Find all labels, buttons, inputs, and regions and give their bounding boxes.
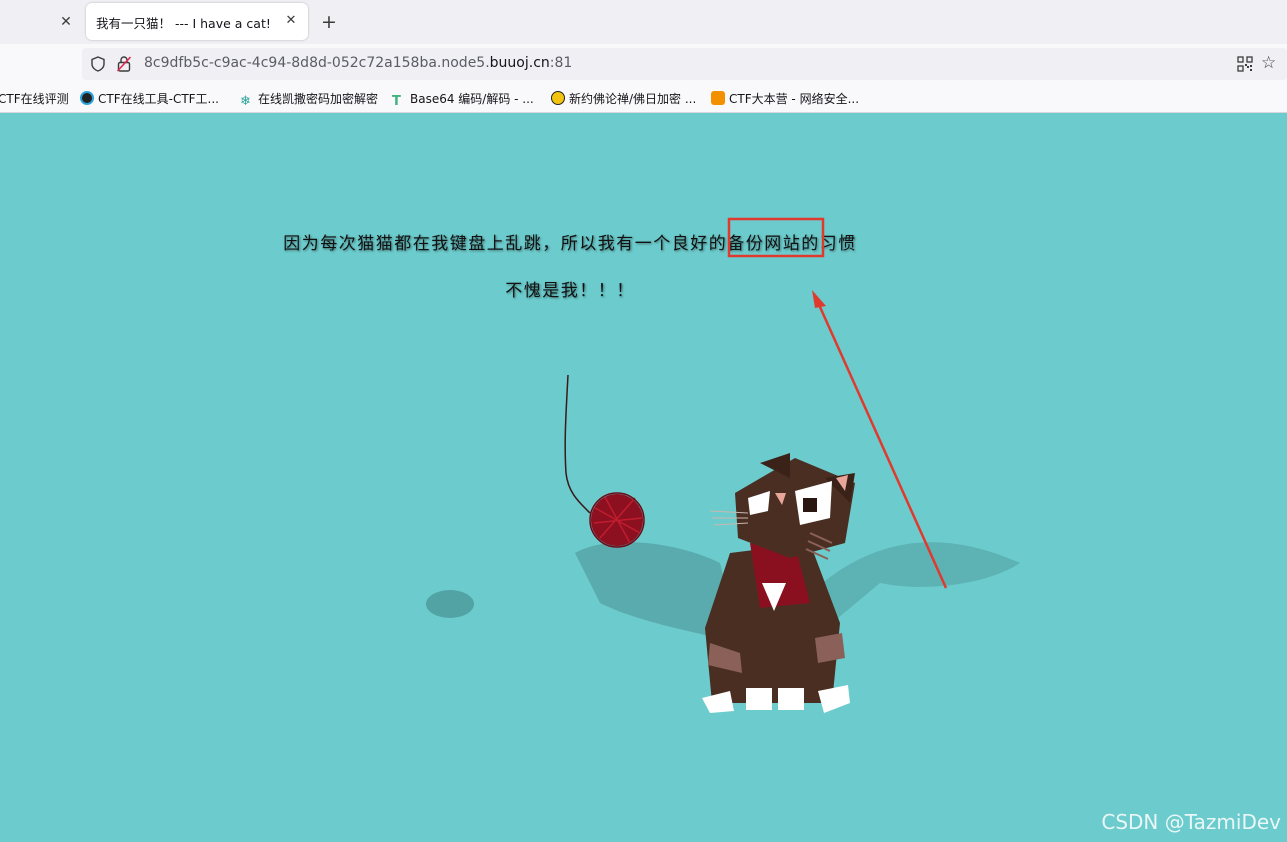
- bookmark-label: 在线凯撒密码加密解密: [258, 92, 379, 106]
- emoji-icon: [551, 91, 565, 105]
- ctf-tools-icon: [80, 91, 94, 105]
- bookmark-star-icon[interactable]: ☆: [1261, 54, 1279, 72]
- address-bar[interactable]: 8c9dfb5c-c9ac-4c94-8d8d-052c72a158ba.nod…: [82, 48, 1287, 80]
- bookmark-label: CTF在线评测: [0, 92, 69, 106]
- cat-scene: [426, 374, 1020, 713]
- url-domain: buuoj.cn: [489, 55, 550, 71]
- browser-chrome: ✕ 我有一只猫！ --- I have a cat! ✕ + 8c9dfb5c-…: [0, 0, 1287, 113]
- url-text[interactable]: 8c9dfb5c-c9ac-4c94-8d8d-052c72a158ba.nod…: [144, 55, 572, 71]
- url-port: :81: [549, 55, 573, 71]
- shield-icon[interactable]: [90, 56, 106, 72]
- page-content: 因为每次猫猫都在我键盘上乱跳，所以我有一个良好的备份网站的习惯 不愧是我！！！: [0, 113, 1287, 842]
- bookmark-label: CTF在线工具-CTF工...: [98, 92, 219, 106]
- bookmarks-bar: CTF在线评测 CTF在线工具-CTF工... ❄ 在线凯撒密码加密解密 T Bas…: [0, 84, 1287, 113]
- insecure-lock-icon[interactable]: [116, 55, 132, 73]
- yarn-shadow: [426, 590, 474, 618]
- tab-close-button[interactable]: ✕: [282, 12, 300, 30]
- new-tab-button[interactable]: +: [318, 11, 340, 33]
- qr-code-icon[interactable]: [1237, 56, 1253, 72]
- bookmark-item[interactable]: 新约佛论禅/佛日加密 ...: [551, 90, 696, 108]
- yarn-string: [564, 374, 591, 514]
- tab-strip: ✕ 我有一只猫！ --- I have a cat! ✕ +: [0, 0, 1287, 44]
- nav-bar: 8c9dfb5c-c9ac-4c94-8d8d-052c72a158ba.nod…: [0, 44, 1287, 84]
- bookmark-label: Base64 编码/解码 - ...: [410, 92, 534, 106]
- bookmark-item[interactable]: CTF大本营 - 网络安全...: [711, 90, 859, 108]
- gear-icon: ❄: [240, 94, 251, 109]
- bookmark-item[interactable]: CTF在线评测: [0, 90, 69, 108]
- active-tab[interactable]: 我有一只猫！ --- I have a cat! ✕: [86, 3, 308, 40]
- bookmark-item[interactable]: T Base64 编码/解码 - ...: [392, 90, 534, 109]
- bookmark-item[interactable]: CTF在线工具-CTF工...: [80, 90, 219, 108]
- bookmark-label: 新约佛论禅/佛日加密 ...: [569, 92, 697, 106]
- bookmark-item[interactable]: ❄ 在线凯撒密码加密解密: [240, 90, 379, 109]
- hexagon-icon: [711, 91, 725, 105]
- url-host-prefix: 8c9dfb5c-c9ac-4c94-8d8d-052c72a158ba.nod…: [144, 55, 490, 71]
- prev-tab-close-button[interactable]: ✕: [56, 12, 76, 32]
- bookmark-label: CTF大本营 - 网络安全...: [729, 92, 860, 106]
- yarn-ball: [589, 492, 645, 548]
- watermark: CSDN @TazmiDev: [1101, 810, 1281, 834]
- tab-title: 我有一只猫！ --- I have a cat!: [96, 16, 271, 31]
- t-icon: T: [392, 94, 401, 109]
